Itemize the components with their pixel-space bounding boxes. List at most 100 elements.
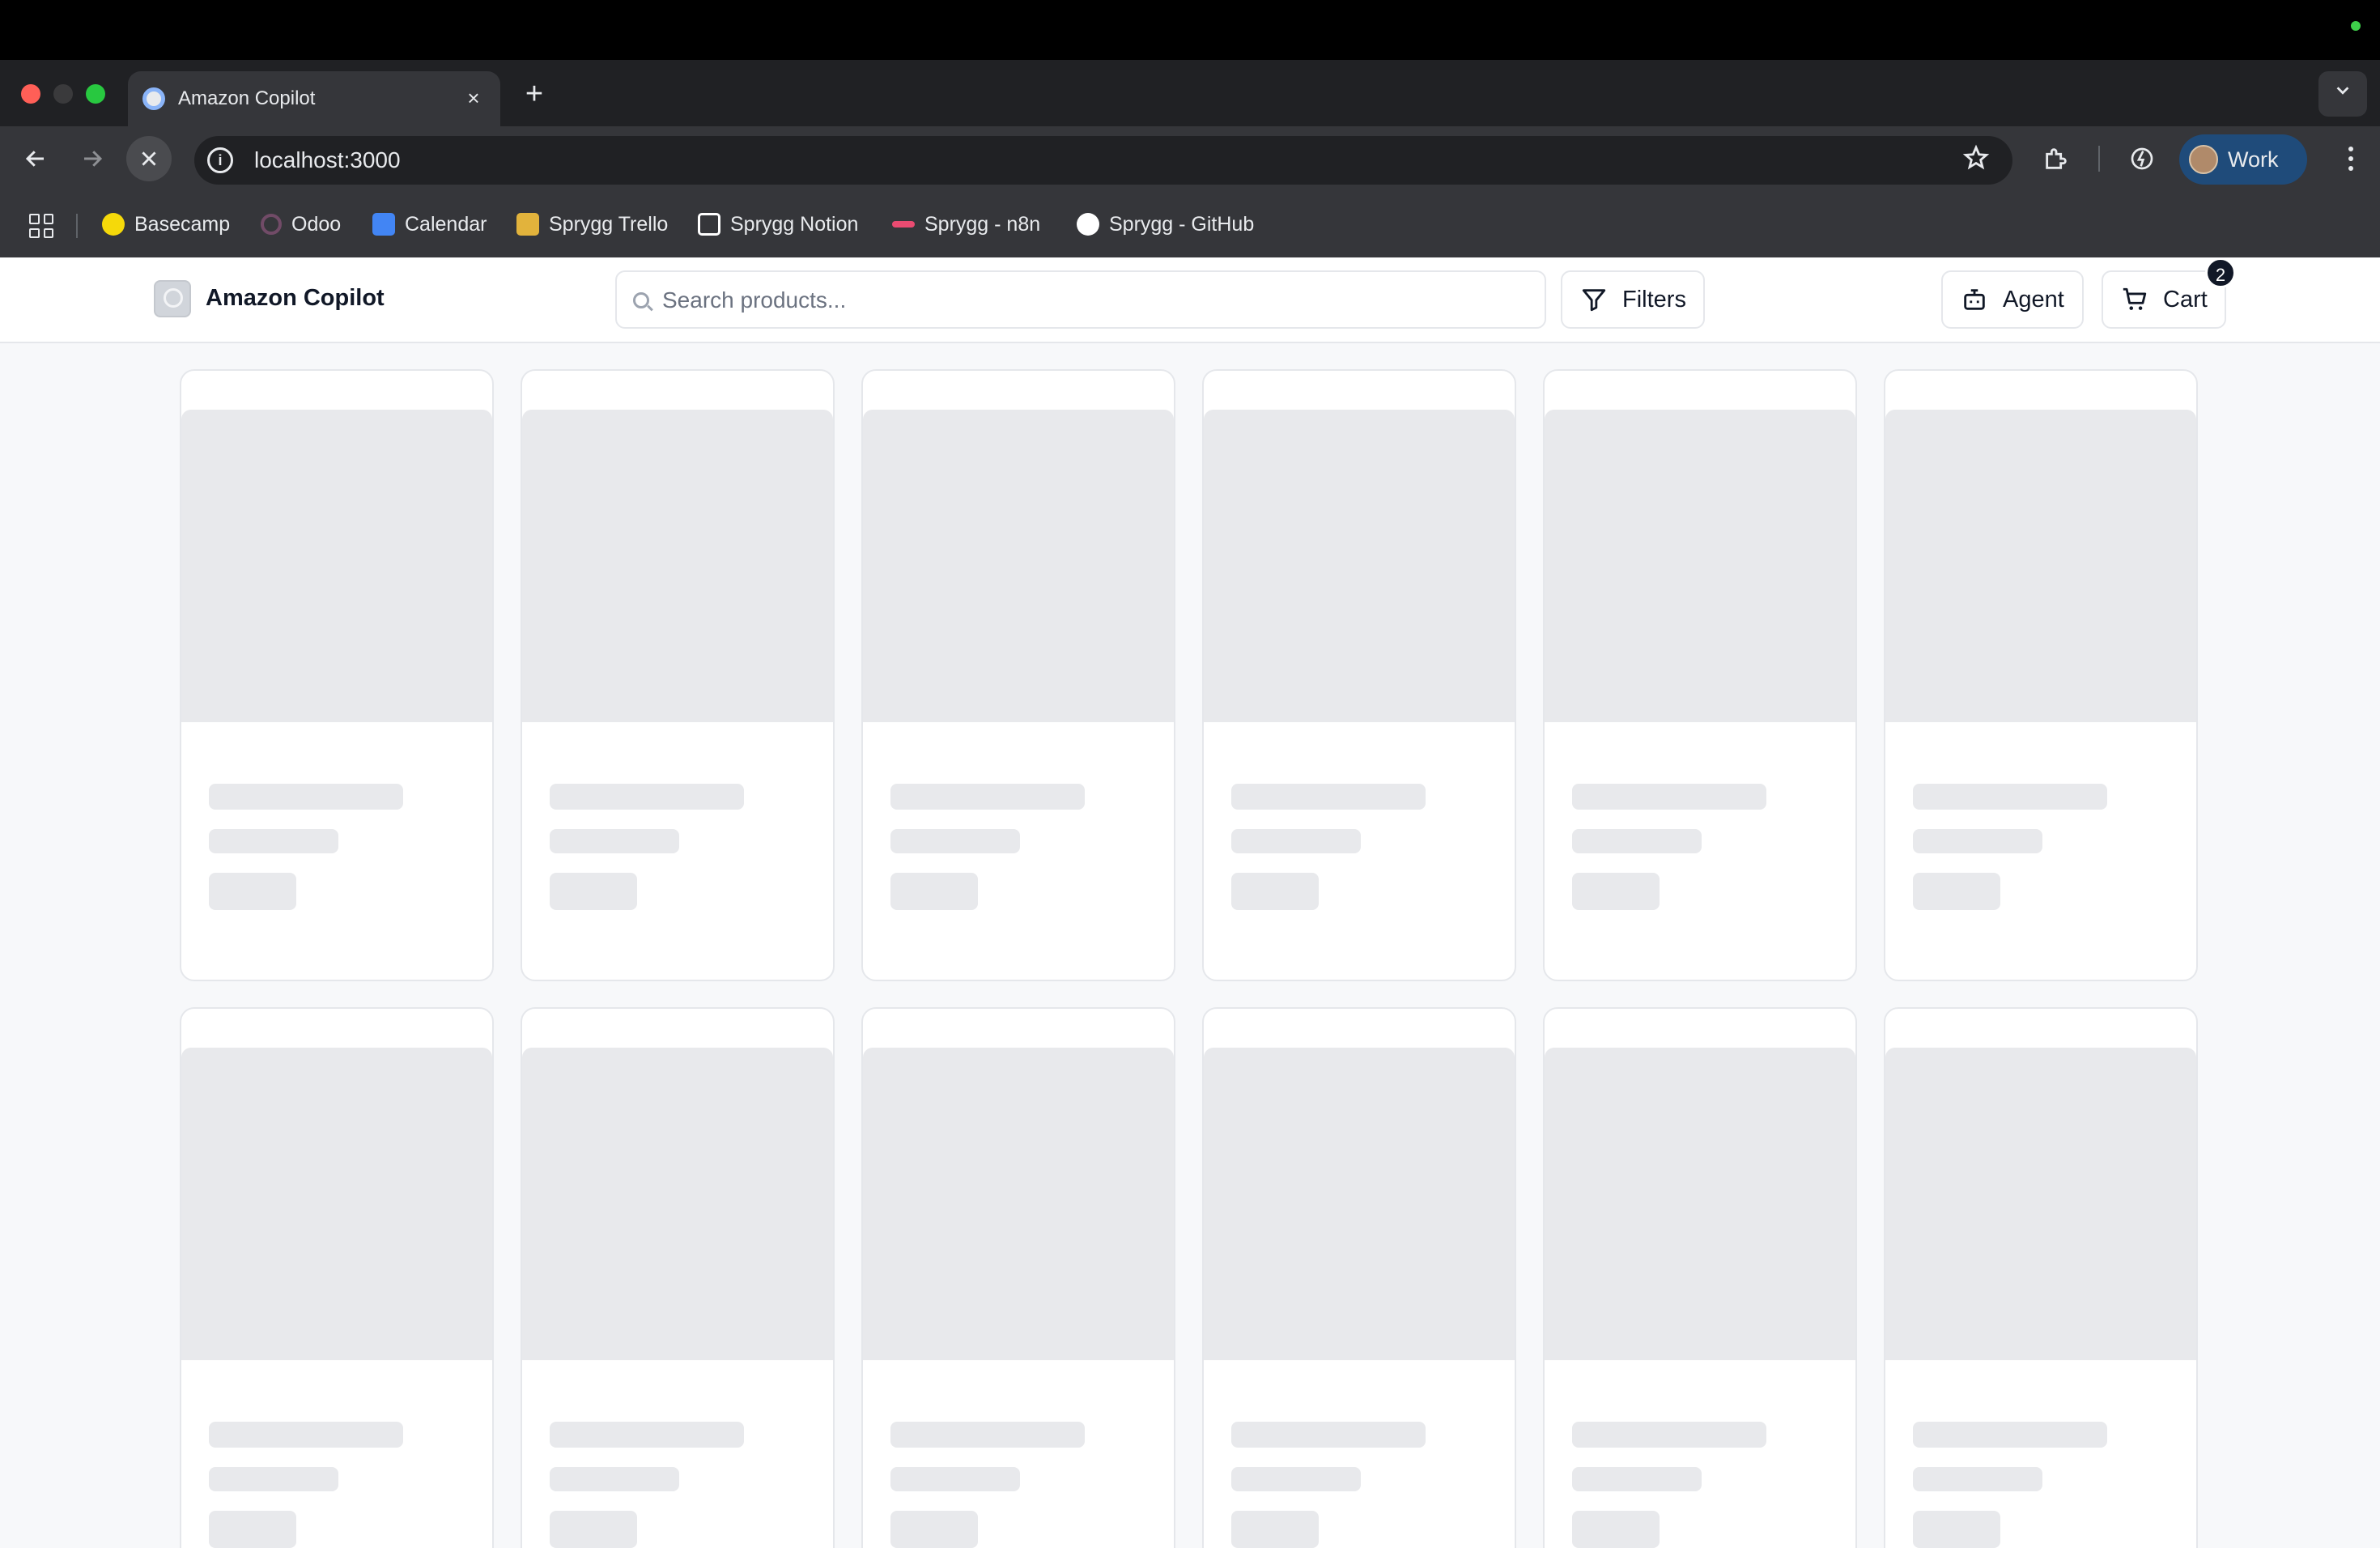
odoo-icon — [261, 214, 282, 235]
skeleton-subtitle — [209, 829, 338, 853]
bookmark-sprygg-github[interactable]: Sprygg - GitHub — [1077, 211, 1254, 238]
skeleton-price — [550, 1511, 637, 1548]
browser-menu-button[interactable] — [2335, 136, 2367, 181]
trello-icon — [516, 213, 539, 236]
window-minimize-button[interactable] — [53, 84, 73, 104]
bookmark-basecamp[interactable]: Basecamp — [102, 211, 230, 238]
skeleton-subtitle — [1913, 829, 2042, 853]
skeleton-product-card — [180, 369, 494, 981]
window-zoom-button[interactable] — [86, 84, 105, 104]
skeleton-product-card — [521, 1007, 835, 1548]
skeleton-title — [890, 784, 1085, 810]
search-input[interactable] — [662, 285, 1520, 316]
skeleton-subtitle — [1231, 1467, 1361, 1491]
browser-chrome: Amazon Copilot × + i localhost:3000 Work… — [0, 60, 2380, 257]
skeleton-image — [863, 1048, 1174, 1360]
bookmark-star-icon[interactable] — [1962, 144, 1990, 172]
more-vertical-icon — [2348, 147, 2353, 171]
skeleton-price — [890, 873, 978, 910]
filter-icon — [1582, 289, 1606, 312]
skeleton-product-card — [1884, 1007, 2198, 1548]
skeleton-title — [209, 1422, 403, 1448]
skeleton-price — [209, 873, 296, 910]
back-button[interactable] — [13, 136, 58, 181]
product-grid — [180, 369, 2200, 1548]
performance-icon[interactable] — [2119, 136, 2165, 181]
skeleton-title — [1913, 1422, 2107, 1448]
bookmark-label: Sprygg Trello — [549, 212, 669, 236]
logo-icon[interactable] — [154, 280, 191, 317]
skeleton-image — [181, 410, 492, 722]
speed-icon — [2131, 147, 2153, 170]
site-info-icon[interactable]: i — [207, 147, 233, 173]
calendar-icon — [372, 213, 395, 236]
agent-button[interactable]: Agent — [1941, 270, 2084, 329]
bookmark-odoo[interactable]: Odoo — [261, 211, 341, 238]
brand-name[interactable]: Amazon Copilot — [206, 285, 385, 312]
skeleton-product-card — [521, 369, 835, 981]
bookmark-sprygg-notion[interactable]: Sprygg Notion — [698, 211, 858, 238]
skeleton-image — [1885, 1048, 2196, 1360]
profile-button[interactable]: Work — [2179, 134, 2307, 185]
skeleton-product-card — [1543, 1007, 1857, 1548]
profile-label: Work — [2228, 147, 2279, 172]
search-box[interactable] — [615, 270, 1546, 329]
stop-loading-button[interactable] — [126, 136, 172, 181]
bookmark-calendar[interactable]: Calendar — [372, 211, 487, 238]
skeleton-image — [181, 1048, 492, 1360]
app-header: Amazon Copilot Filters Agent Cart 2 — [0, 257, 2380, 343]
bookmark-sprygg-trello[interactable]: Sprygg Trello — [516, 211, 668, 238]
bookmark-label: Sprygg Notion — [730, 212, 859, 236]
skeleton-product-card — [1202, 1007, 1516, 1548]
url-text[interactable]: localhost:3000 — [254, 147, 401, 173]
tab-search-button[interactable] — [2318, 71, 2367, 117]
skeleton-subtitle — [1231, 829, 1361, 853]
skeleton-product-card — [861, 1007, 1175, 1548]
os-menu-bar — [0, 0, 2380, 60]
skeleton-subtitle — [209, 1467, 338, 1491]
skeleton-subtitle — [1572, 1467, 1702, 1491]
filters-button[interactable]: Filters — [1561, 270, 1705, 329]
shopping-cart-icon — [2123, 287, 2147, 310]
tab-close-icon[interactable]: × — [460, 84, 487, 112]
skeleton-subtitle — [550, 829, 679, 853]
bookmark-label: Sprygg - n8n — [924, 212, 1041, 236]
chevron-down-icon — [2336, 87, 2349, 95]
arrow-left-icon — [25, 151, 44, 167]
n8n-icon — [892, 221, 915, 228]
skeleton-subtitle — [550, 1467, 679, 1491]
new-tab-button[interactable]: + — [518, 79, 550, 112]
forward-button[interactable] — [70, 136, 115, 181]
address-bar[interactable]: i localhost:3000 — [194, 136, 2012, 185]
bookmarks-bar: Basecamp Odoo Calendar Sprygg Trello Spr… — [0, 191, 2380, 257]
skeleton-subtitle — [1572, 829, 1702, 853]
notion-icon — [698, 213, 720, 236]
skeleton-image — [1885, 410, 2196, 722]
skeleton-subtitle — [1913, 1467, 2042, 1491]
browser-toolbar: i localhost:3000 Work — [0, 126, 2380, 191]
puzzle-icon — [2046, 148, 2067, 169]
skeleton-price — [890, 1511, 978, 1548]
skeleton-title — [550, 784, 744, 810]
extensions-icon[interactable] — [2034, 136, 2079, 181]
apps-grid-icon[interactable] — [29, 214, 53, 238]
app-page: Amazon Copilot Filters Agent Cart 2 — [0, 257, 2380, 1548]
skeleton-product-card — [180, 1007, 494, 1548]
skeleton-subtitle — [890, 1467, 1020, 1491]
skeleton-title — [1231, 1422, 1426, 1448]
bookmarks-divider — [76, 214, 78, 238]
skeleton-title — [1572, 784, 1766, 810]
skeleton-title — [209, 784, 403, 810]
bookmark-label: Calendar — [405, 212, 487, 236]
skeleton-title — [550, 1422, 744, 1448]
bookmark-sprygg-n8n[interactable]: Sprygg - n8n — [892, 211, 1040, 238]
skeleton-product-card — [1884, 369, 2198, 981]
bookmark-label: Odoo — [291, 212, 342, 236]
window-close-button[interactable] — [21, 84, 40, 104]
tab-amazon-copilot[interactable]: Amazon Copilot × — [128, 71, 500, 126]
loading-favicon-icon — [142, 87, 165, 110]
skeleton-price — [1913, 1511, 2000, 1548]
bookmark-label: Sprygg - GitHub — [1109, 212, 1255, 236]
arrow-right-icon — [84, 151, 103, 167]
skeleton-product-card — [1543, 369, 1857, 981]
